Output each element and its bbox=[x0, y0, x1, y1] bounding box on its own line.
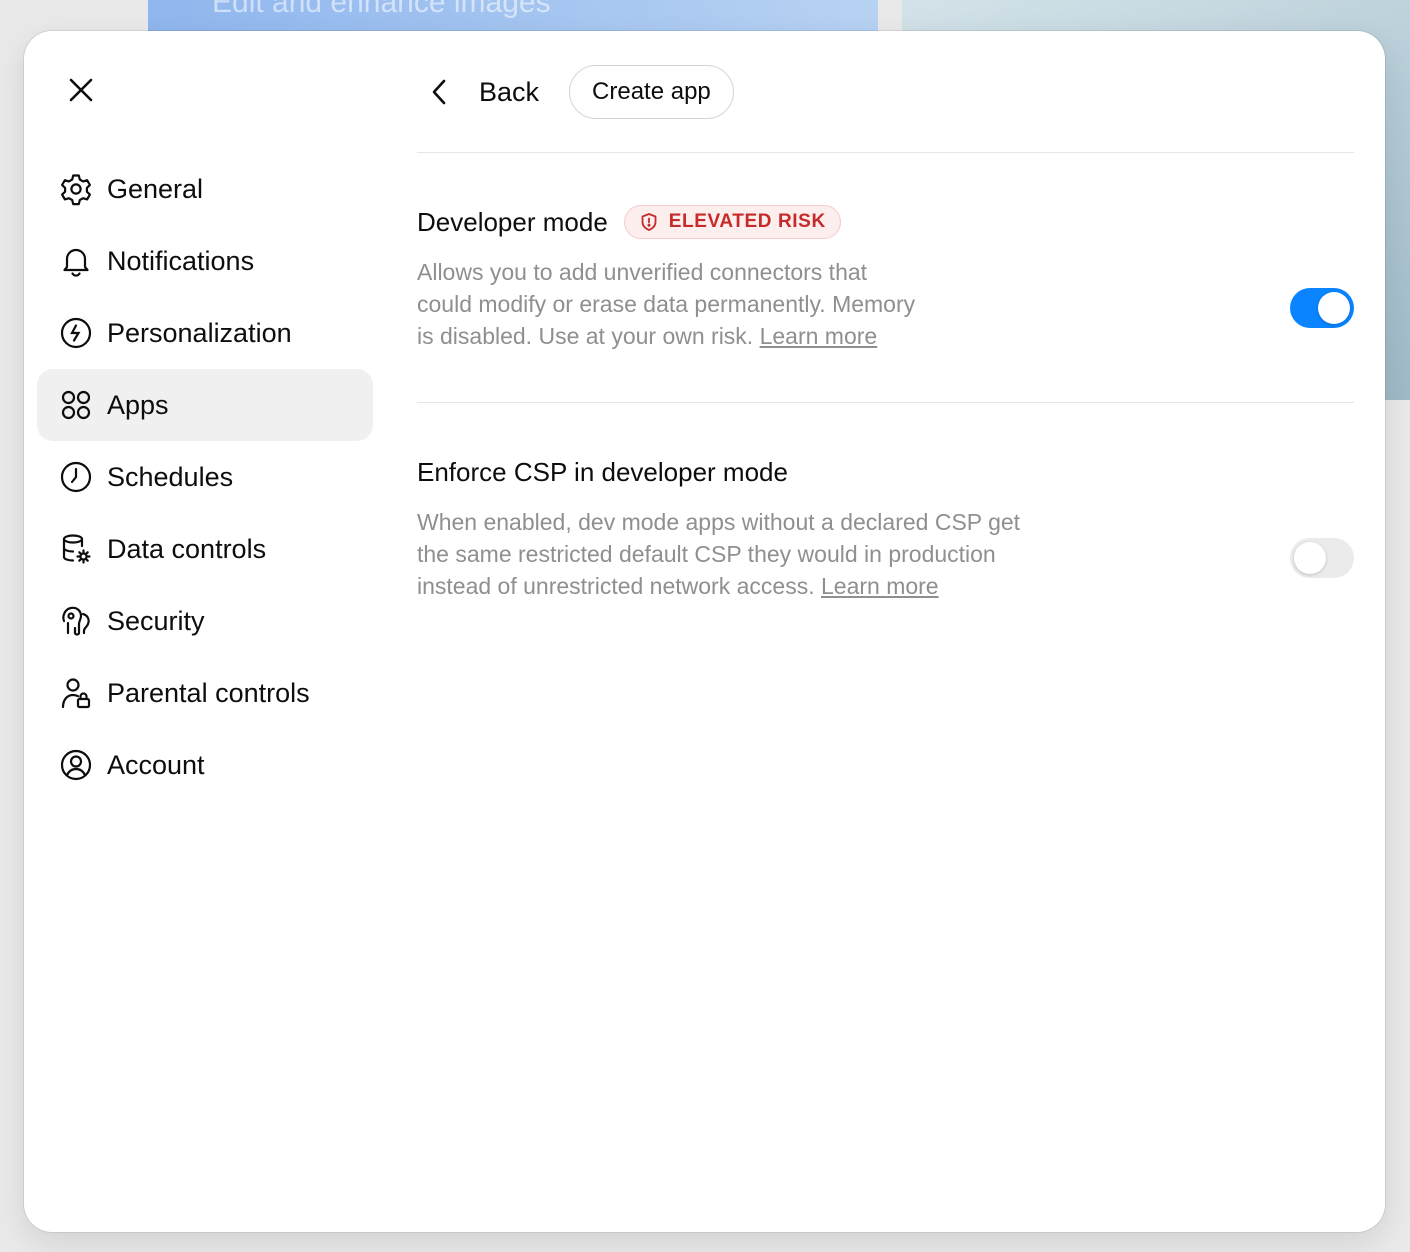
setting-description: Allows you to add unverified connectors … bbox=[417, 256, 1354, 352]
toggle-knob bbox=[1318, 292, 1350, 324]
top-bar: Back Create app bbox=[417, 64, 734, 120]
sidebar-item-label: Notifications bbox=[107, 245, 255, 276]
description-line: When enabled, dev mode apps without a de… bbox=[417, 509, 1021, 535]
setting-title: Enforce CSP in developer mode bbox=[417, 456, 788, 487]
user-circle-icon bbox=[59, 748, 93, 782]
settings-sidebar: General Notifications Personalization Ap… bbox=[37, 153, 373, 801]
back-button[interactable]: Back bbox=[417, 64, 555, 120]
bell-icon bbox=[59, 244, 93, 278]
description-text: is disabled. Use at your own risk. bbox=[417, 323, 760, 349]
sidebar-item-notifications[interactable]: Notifications bbox=[37, 225, 373, 297]
sidebar-item-account[interactable]: Account bbox=[37, 729, 373, 801]
personalization-icon bbox=[59, 316, 93, 350]
description-line: instead of unrestricted network access. … bbox=[417, 570, 1354, 602]
enforce-csp-toggle[interactable] bbox=[1290, 538, 1354, 578]
sidebar-item-security[interactable]: Security bbox=[37, 585, 373, 657]
close-button[interactable] bbox=[60, 69, 102, 111]
learn-more-link[interactable]: Learn more bbox=[760, 323, 878, 349]
sidebar-item-apps[interactable]: Apps bbox=[37, 369, 373, 441]
sidebar-item-parental-controls[interactable]: Parental controls bbox=[37, 657, 373, 729]
apps-grid-icon bbox=[59, 388, 93, 422]
sidebar-item-label: Schedules bbox=[107, 461, 234, 492]
header-divider bbox=[417, 152, 1354, 153]
setting-description: When enabled, dev mode apps without a de… bbox=[417, 506, 1354, 602]
create-app-button[interactable]: Create app bbox=[569, 65, 734, 119]
description-line: could modify or erase data permanently. … bbox=[417, 291, 916, 317]
sidebar-item-label: General bbox=[107, 173, 204, 204]
clock-icon bbox=[59, 460, 93, 494]
settings-modal: General Notifications Personalization Ap… bbox=[24, 31, 1385, 1232]
sidebar-item-label: Security bbox=[107, 605, 205, 636]
sidebar-item-general[interactable]: General bbox=[37, 153, 373, 225]
risk-badge-label: ELEVATED RISK bbox=[668, 211, 826, 232]
sidebar-item-schedules[interactable]: Schedules bbox=[37, 441, 373, 513]
sidebar-item-data-controls[interactable]: Data controls bbox=[37, 513, 373, 585]
developer-mode-toggle[interactable] bbox=[1290, 288, 1354, 328]
background-card-text: Edit and enhance images bbox=[212, 0, 551, 19]
chevron-left-icon bbox=[432, 79, 446, 105]
close-icon bbox=[69, 78, 93, 102]
person-lock-icon bbox=[59, 676, 93, 710]
setting-title: Developer mode bbox=[417, 206, 608, 237]
sidebar-item-label: Personalization bbox=[107, 317, 292, 348]
back-label: Back bbox=[479, 76, 540, 107]
sidebar-item-label: Apps bbox=[107, 389, 169, 420]
developer-mode-setting: Developer mode ELEVATED RISK Allows you … bbox=[417, 202, 1354, 352]
description-line: the same restricted default CSP they wou… bbox=[417, 541, 996, 567]
description-line: Allows you to add unverified connectors … bbox=[417, 259, 868, 285]
security-key-icon bbox=[59, 604, 93, 638]
shield-alert-icon bbox=[641, 213, 657, 231]
learn-more-link[interactable]: Learn more bbox=[821, 573, 939, 599]
description-text: instead of unrestricted network access. bbox=[417, 573, 821, 599]
description-line: is disabled. Use at your own risk. Learn… bbox=[417, 320, 1354, 352]
sidebar-item-label: Parental controls bbox=[107, 677, 310, 708]
sidebar-item-label: Data controls bbox=[107, 533, 267, 564]
gear-icon bbox=[59, 172, 93, 206]
sidebar-item-label: Account bbox=[107, 749, 205, 780]
section-divider bbox=[417, 402, 1354, 403]
sidebar-item-personalization[interactable]: Personalization bbox=[37, 297, 373, 369]
database-gear-icon bbox=[59, 532, 93, 566]
toggle-knob bbox=[1294, 542, 1326, 574]
enforce-csp-setting: Enforce CSP in developer mode When enabl… bbox=[417, 452, 1354, 602]
risk-badge: ELEVATED RISK bbox=[623, 205, 841, 239]
